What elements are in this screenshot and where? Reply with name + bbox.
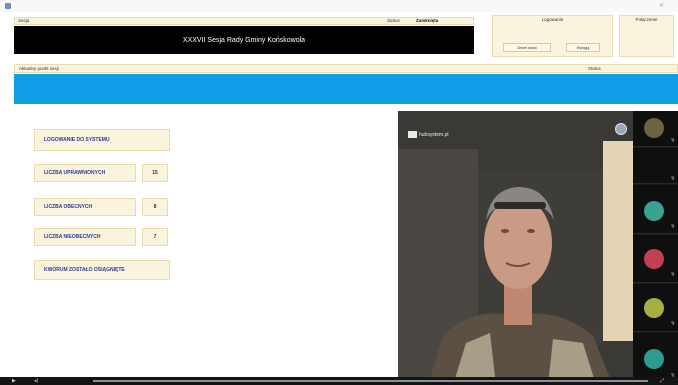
change-password-button[interactable]: Zmień hasło (503, 43, 551, 52)
quorum-status-badge: KWORUM ZOSTAŁO OSIĄGNIĘTE (34, 260, 170, 280)
participant-avatar (644, 349, 664, 369)
mic-icon: 🎙 (670, 224, 675, 228)
progress-track[interactable] (93, 380, 648, 382)
participant-avatar (644, 298, 664, 318)
hub-logo-icon (408, 131, 417, 138)
play-icon[interactable]: ▶ (12, 378, 16, 384)
close-icon[interactable]: ✕ (659, 2, 664, 9)
app-icon (5, 3, 11, 9)
participant-avatar (644, 249, 664, 269)
entitled-count-value: 15 (142, 164, 168, 182)
mic-icon: 🎙 (670, 272, 675, 276)
present-count-value: 8 (142, 198, 168, 216)
speaker-video-image (398, 111, 633, 385)
status-label: Status (387, 18, 400, 23)
participant-tile[interactable]: 🎙 (633, 284, 678, 332)
current-point-label: Aktualny punkt sesji (19, 66, 59, 71)
logout-button[interactable]: Wyloguj (566, 43, 600, 52)
participant-avatar (644, 201, 664, 221)
session-header: Sesja Status Zamknięta (14, 17, 474, 25)
session-label: Sesja (18, 18, 30, 23)
self-view-avatar[interactable] (615, 123, 627, 135)
main-video-feed[interactable]: hubsystem.pl (398, 111, 633, 385)
media-control-bar: ▶ ◂) ⤢ (0, 377, 678, 385)
absent-count-label: LICZBA NIEOBECNYCH (34, 228, 136, 246)
participant-tile[interactable]: 🎙 (633, 148, 678, 184)
login-to-system-button[interactable]: LOGOWANIE DO SYSTEMU (34, 129, 170, 151)
participant-tile[interactable]: 🎙 (633, 235, 678, 283)
connection-label: Połączenie (635, 17, 658, 22)
volume-icon[interactable]: ◂) (34, 378, 38, 384)
fullscreen-icon[interactable]: ⤢ (660, 378, 664, 384)
current-point-bar: Aktualny punkt sesji Status (14, 64, 678, 73)
present-count-label: LICZBA OBECNYCH (34, 198, 136, 216)
current-point-status-label: Status (588, 66, 601, 71)
participant-tile[interactable]: 🎙 (633, 111, 678, 147)
participant-tile[interactable]: 🎙 (633, 185, 678, 234)
session-name-display: XXXVII Sesja Rady Gminy Końskowola (14, 26, 474, 54)
session-name: XXXVII Sesja Rady Gminy Końskowola (182, 36, 306, 44)
current-point-display (14, 74, 678, 104)
login-label: Logowanie (541, 17, 564, 22)
connection-panel: Połączenie (619, 15, 674, 57)
status-value: Zamknięta (416, 18, 439, 23)
mic-icon: 🎙 (670, 176, 675, 180)
absent-count-value: 7 (142, 228, 168, 246)
video-logo: hubsystem.pl (408, 131, 448, 138)
mic-icon: 🎙 (670, 321, 675, 325)
participant-strip: 🎙 🎙 🎙 🎙 🎙 🎙 (633, 111, 678, 385)
window-titlebar: ✕ (0, 0, 678, 12)
video-logo-text: hubsystem.pl (419, 131, 449, 138)
mic-icon: 🎙 (670, 138, 675, 142)
entitled-count-label: LICZBA UPRAWNIONYCH (34, 164, 136, 182)
participant-avatar (644, 118, 664, 138)
